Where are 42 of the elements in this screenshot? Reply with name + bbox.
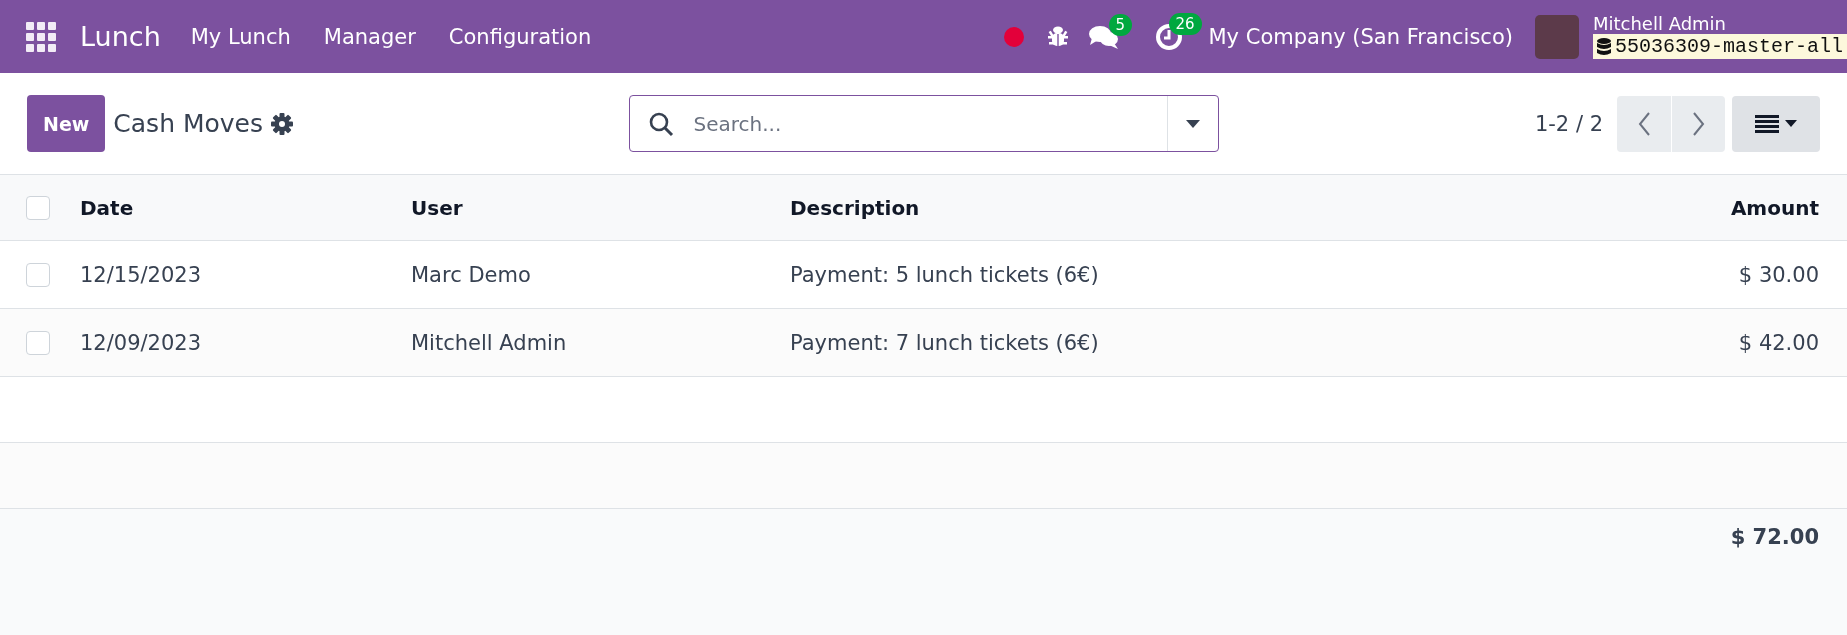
table-cell-text: $ 30.00 (1737, 262, 1819, 287)
table-cell-text: Payment: 7 lunch tickets (6€) (790, 330, 1100, 355)
activity-count-badge: 26 (1168, 12, 1202, 35)
table-cell-text: 12/09/2023 (80, 330, 203, 355)
database-name: 55036309-master-all (1592, 34, 1847, 59)
new-button[interactable]: New (27, 95, 106, 152)
apps-menu-icon[interactable] (26, 21, 56, 52)
view-switcher-button[interactable] (1732, 95, 1820, 152)
app-name[interactable]: Lunch (80, 21, 161, 52)
caret-icon (1785, 120, 1797, 127)
menu-item[interactable]: Configuration (448, 24, 592, 49)
column-header[interactable]: Date (80, 195, 411, 220)
chevron-left-icon (1638, 111, 1650, 136)
caret-icon[interactable] (1185, 119, 1200, 128)
list-icon (1755, 114, 1779, 133)
table-cell-text: Payment: 5 lunch tickets (6€) (790, 262, 1100, 287)
company-switcher[interactable]: My Company (San Francisco) (1208, 24, 1513, 49)
table-row[interactable]: 12/15/2023 Marc Demo Payment: 5 lunch tickets (6€) $ 30.00 (0, 241, 1847, 309)
bug-icon[interactable] (1046, 24, 1069, 49)
search-bar[interactable]: Search... (628, 95, 1219, 152)
record-dot-icon[interactable] (1002, 25, 1025, 48)
table-cell-text: Mitchell Admin (411, 330, 568, 355)
pager-value[interactable]: 1-2 / 2 (1534, 111, 1603, 136)
column-header[interactable]: Amount (1629, 195, 1819, 220)
database-icon (1596, 37, 1611, 56)
user-name[interactable]: Mitchell Admin (1592, 14, 1726, 34)
message-count-badge: 5 (1108, 13, 1133, 36)
column-header[interactable]: User (411, 195, 790, 220)
checkbox[interactable] (26, 195, 50, 220)
search-icon (647, 110, 674, 137)
checkbox[interactable] (26, 330, 50, 355)
total-amount: $ 72.00 (1730, 525, 1819, 549)
menu-item[interactable]: Manager (323, 24, 416, 49)
page-title: Cash Moves (113, 109, 263, 138)
chevron-right-icon (1692, 111, 1705, 136)
menu-item[interactable]: My Lunch (190, 24, 291, 49)
gear-icon[interactable] (271, 112, 293, 135)
checkbox[interactable] (26, 262, 50, 287)
table-cell-text: Marc Demo (411, 262, 532, 287)
table-cell-text: $ 42.00 (1737, 330, 1819, 355)
table-cell-text: 12/15/2023 (80, 262, 203, 287)
column-header[interactable]: Description (790, 195, 1629, 220)
